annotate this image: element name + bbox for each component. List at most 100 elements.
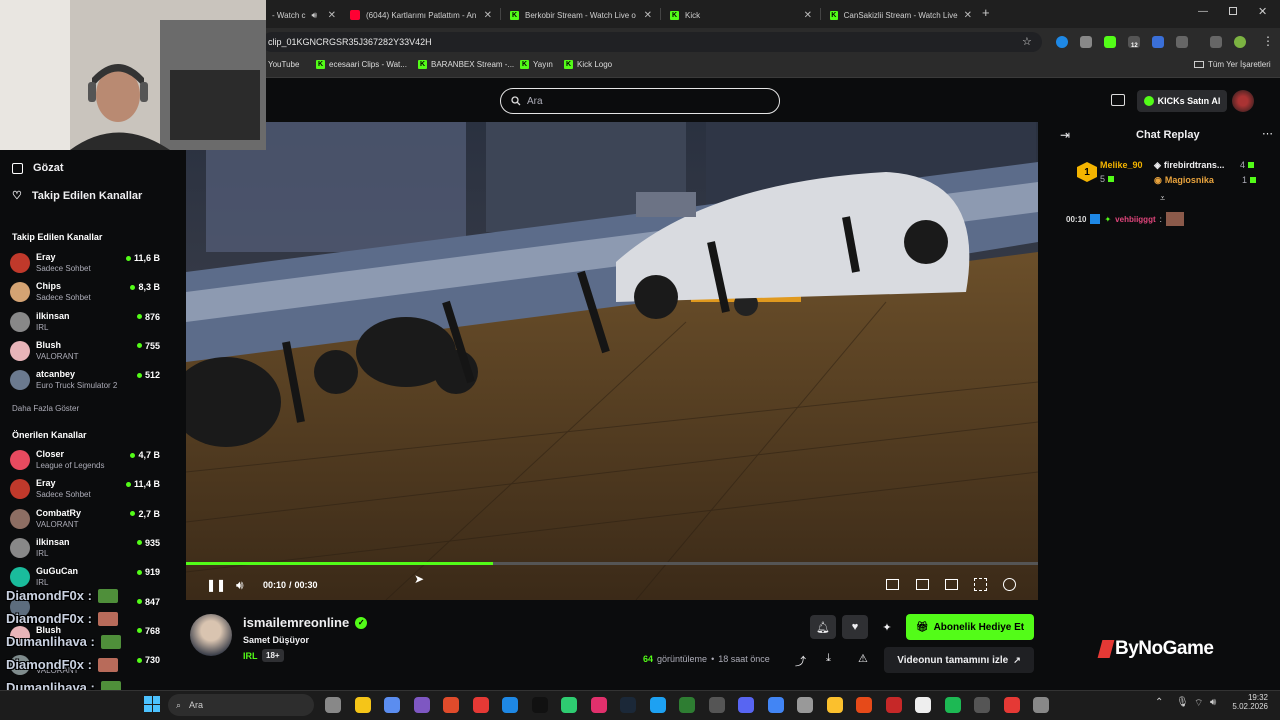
taskbar-app-icon[interactable] — [354, 697, 371, 713]
all-bookmarks[interactable]: Tüm Yer İşaretleri — [1194, 60, 1271, 69]
taskbar-app-icon[interactable] — [826, 697, 843, 713]
taskbar-app-icon[interactable] — [767, 697, 784, 713]
collapse-chat-icon[interactable]: ⇥ — [1060, 128, 1070, 142]
kick-extension-icon[interactable] — [1104, 36, 1116, 48]
category-link[interactable]: IRL — [243, 651, 258, 661]
taskbar-app-icon[interactable] — [472, 697, 489, 713]
url-field[interactable]: clip_01KGNCRGSR35J367282Y33V42H — [262, 32, 1042, 52]
progress-track[interactable] — [186, 562, 1038, 565]
chat-menu-icon[interactable]: ⋯ — [1262, 127, 1273, 140]
taskbar-app-icon[interactable] — [502, 697, 518, 713]
speaker-icon[interactable]: 🔊︎ — [311, 10, 317, 21]
settings-icon[interactable] — [1003, 578, 1016, 591]
message-username[interactable]: vehbiigggt — [1115, 215, 1155, 224]
follow-button[interactable]: ♥ — [842, 615, 868, 639]
taskbar-app-icon[interactable] — [915, 697, 931, 713]
sidebar-channel[interactable]: atcanbey Euro Truck Simulator 2 512 — [10, 368, 160, 396]
extension-icon[interactable] — [1152, 36, 1164, 48]
bookmark-item[interactable]: K Yayın — [520, 60, 553, 69]
nav-following[interactable]: ♡ Takip Edilen Kanallar — [12, 189, 142, 203]
notification-bell-button[interactable]: 🔔︎ — [810, 615, 836, 639]
buy-kicks-button[interactable]: KICKs Satın Al — [1137, 90, 1227, 112]
speaker-icon[interactable]: 🔊︎ — [1210, 697, 1216, 708]
taskbar-app-icon[interactable] — [384, 697, 400, 713]
sidebar-channel[interactable]: Eray Sadece Sohbet 11,4 B — [10, 477, 160, 505]
browser-tab[interactable]: K Berkobir Stream - Watch Live o ✕ — [504, 4, 658, 26]
new-tab-icon[interactable]: + — [982, 5, 990, 20]
bookmark-item[interactable]: K BARANBEX Stream -... — [418, 60, 514, 69]
download-icon[interactable]: ⤓ — [826, 652, 831, 665]
taskbar-app-icon[interactable] — [531, 697, 548, 713]
pause-button[interactable]: ❚❚ — [206, 578, 226, 592]
taskbar-app-icon[interactable] — [738, 697, 754, 713]
search-input[interactable]: Ara — [500, 88, 780, 114]
taskbar-app-icon[interactable] — [325, 697, 341, 713]
sidebar-channel[interactable]: Eray Sadece Sohbet 11,6 B — [10, 251, 160, 279]
fullscreen-icon[interactable] — [974, 578, 987, 591]
taskbar-app-icon[interactable] — [620, 697, 636, 713]
stats-icon[interactable] — [886, 579, 899, 590]
close-icon[interactable]: ✕ — [964, 10, 972, 21]
network-icon[interactable]: ⌔ — [1194, 697, 1203, 710]
cinema-mode-icon[interactable] — [1111, 94, 1125, 106]
sidebar-channel[interactable]: ilkinsan IRL 935 — [10, 536, 160, 564]
taskbar-app-icon[interactable] — [797, 697, 813, 713]
minimize-icon[interactable]: — — [1198, 6, 1208, 17]
nav-browse[interactable]: Gözat — [12, 162, 64, 174]
taskbar-app-icon[interactable] — [974, 697, 990, 713]
close-icon[interactable]: ✕ — [804, 10, 812, 21]
profile-avatar[interactable] — [1234, 36, 1246, 48]
bookmark-item[interactable]: K Kick Logo — [564, 60, 612, 69]
top-gifter-name[interactable]: Melike_90 — [1100, 160, 1143, 170]
browser-tab[interactable]: K Kick ✕ — [664, 4, 818, 26]
taskbar-app-icon[interactable] — [590, 697, 607, 713]
star-icon[interactable]: ☆ — [1022, 35, 1032, 48]
taskbar-app-icon[interactable] — [944, 697, 961, 713]
extension-icon[interactable] — [1056, 36, 1068, 48]
show-more-link[interactable]: Daha Fazla Göster — [12, 404, 79, 413]
theater-mode-icon[interactable] — [945, 579, 958, 590]
taskbar-app-icon[interactable] — [1003, 697, 1020, 713]
taskbar-app-icon[interactable] — [679, 697, 695, 713]
video-player[interactable] — [186, 122, 1038, 600]
taskbar-app-icon[interactable] — [443, 697, 459, 713]
start-button[interactable] — [144, 696, 160, 712]
taskbar-search[interactable]: ⌕ Ara — [168, 694, 314, 716]
channel-name[interactable]: ismailemreonline — [243, 615, 349, 630]
report-icon[interactable]: ⚠︎ — [858, 652, 868, 665]
maximize-icon[interactable] — [1229, 7, 1237, 15]
close-icon[interactable]: ✕ — [484, 10, 492, 21]
close-icon[interactable]: ✕ — [328, 10, 336, 21]
bookmark-item[interactable]: Kecesaari Clips - Wat... — [316, 60, 407, 69]
expand-gifters-icon[interactable]: ⩡ — [1160, 193, 1165, 204]
taskbar-app-icon[interactable] — [856, 697, 872, 713]
shield-icon[interactable] — [1080, 36, 1092, 48]
puzzle-icon[interactable] — [1176, 36, 1188, 48]
volume-icon[interactable]: 🔊︎ — [236, 578, 244, 593]
sidebar-channel[interactable]: Closer League of Legends 4,7 B — [10, 448, 160, 476]
sidebar-channel[interactable]: CombatRy VALORANT 2,7 B — [10, 507, 160, 535]
gifter-row[interactable]: ◉ Magiosnika — [1154, 175, 1214, 186]
share-icon[interactable]: ⤴︎ — [795, 653, 806, 669]
menu-icon[interactable]: ⋮ — [1262, 34, 1274, 48]
taskbar-app-icon[interactable] — [708, 697, 725, 713]
tray-chevron-icon[interactable]: ⌃ — [1155, 697, 1163, 708]
extension-icon[interactable]: 12 — [1128, 36, 1140, 49]
channel-name-row[interactable]: ismailemreonline ✓ — [243, 615, 368, 630]
browser-tab[interactable]: K CanSakizlii Stream - Watch Live ✕ — [824, 4, 978, 26]
sidebar-channel[interactable]: Blush VALORANT 755 — [10, 339, 160, 367]
user-avatar[interactable] — [1232, 90, 1254, 112]
taskbar-app-icon[interactable] — [885, 697, 902, 713]
bookmark-item[interactable]: YouTube — [268, 60, 299, 69]
watch-full-video-button[interactable]: Videonun tamamını izle ↗ — [884, 647, 1034, 673]
clock[interactable]: 19:32 5.02.2026 — [1232, 693, 1268, 711]
window-close-icon[interactable]: ✕ — [1258, 5, 1267, 18]
close-icon[interactable]: ✕ — [644, 10, 652, 21]
browser-tab[interactable]: (6044) Kartlarımı Patlattım - An ✕ — [344, 4, 498, 26]
sidebar-channel[interactable]: Chips Sadece Sohbet 8,3 B — [10, 280, 160, 308]
pip-icon[interactable] — [916, 579, 929, 590]
microphone-icon[interactable]: 🎙︎ — [1176, 697, 1189, 708]
taskbar-app-icon[interactable] — [561, 697, 577, 713]
browser-tab[interactable]: - Watch c 🔊︎ ✕ — [266, 4, 342, 26]
channel-avatar[interactable] — [190, 614, 232, 656]
